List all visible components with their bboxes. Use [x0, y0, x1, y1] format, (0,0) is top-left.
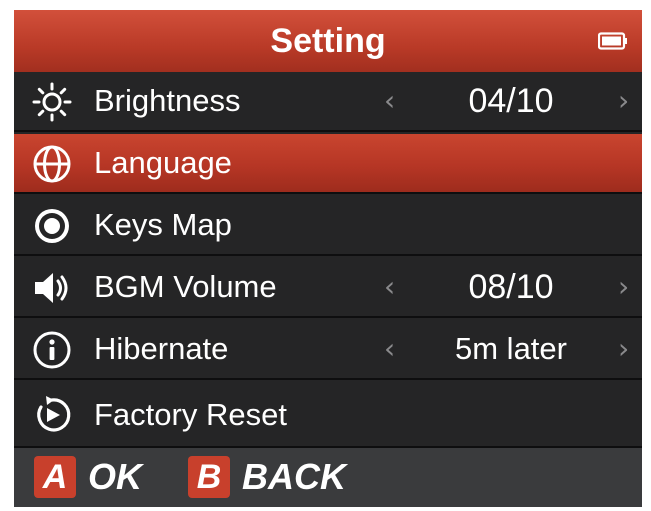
brightness-value: 04/10 [468, 82, 554, 120]
menu-item-label: Language [94, 145, 232, 180]
header-bar: Setting [14, 10, 642, 72]
menu-item-label: Factory Reset [94, 397, 287, 432]
info-icon [33, 331, 71, 369]
chevron-right-icon[interactable]: › [618, 320, 629, 378]
back-button[interactable]: B BACK [188, 456, 346, 498]
back-label: BACK [242, 456, 346, 497]
a-key-badge: A [34, 456, 76, 498]
b-key-badge: B [188, 456, 230, 498]
keys-map-icon [35, 209, 69, 243]
reset-icon [37, 396, 71, 432]
globe-icon [33, 145, 71, 183]
menu-item-factory-reset[interactable]: Factory Reset [14, 382, 642, 448]
bgm-volume-value: 08/10 [468, 268, 554, 306]
chevron-left-icon[interactable]: ‹ [384, 258, 395, 316]
menu-item-keys-map[interactable]: Keys Map [14, 196, 642, 256]
hibernate-value: 5m later [455, 331, 567, 366]
footer-bar: A OK B BACK [14, 448, 642, 507]
chevron-left-icon[interactable]: ‹ [384, 320, 395, 378]
chevron-left-icon[interactable]: ‹ [384, 72, 395, 130]
chevron-right-icon[interactable]: › [618, 258, 629, 316]
menu-item-label: Keys Map [94, 207, 232, 242]
menu-item-label: Brightness [94, 83, 241, 118]
menu-item-label: BGM Volume [94, 269, 277, 304]
sun-icon [32, 82, 72, 122]
settings-screen: Setting Brightness ‹ 04/10 › Language Ke… [14, 10, 642, 507]
page-title: Setting [270, 22, 386, 60]
ok-button[interactable]: A OK [34, 456, 142, 498]
menu-item-label: Hibernate [94, 331, 229, 366]
menu-item-hibernate[interactable]: Hibernate ‹ 5m later › [14, 320, 642, 380]
speaker-icon [35, 273, 68, 303]
chevron-right-icon[interactable]: › [618, 72, 629, 130]
menu-item-language[interactable]: Language [14, 134, 642, 194]
menu-item-bgm-volume[interactable]: BGM Volume ‹ 08/10 › [14, 258, 642, 318]
battery-icon [598, 32, 627, 50]
menu-item-brightness[interactable]: Brightness ‹ 04/10 › [14, 72, 642, 132]
ok-label: OK [88, 456, 142, 497]
